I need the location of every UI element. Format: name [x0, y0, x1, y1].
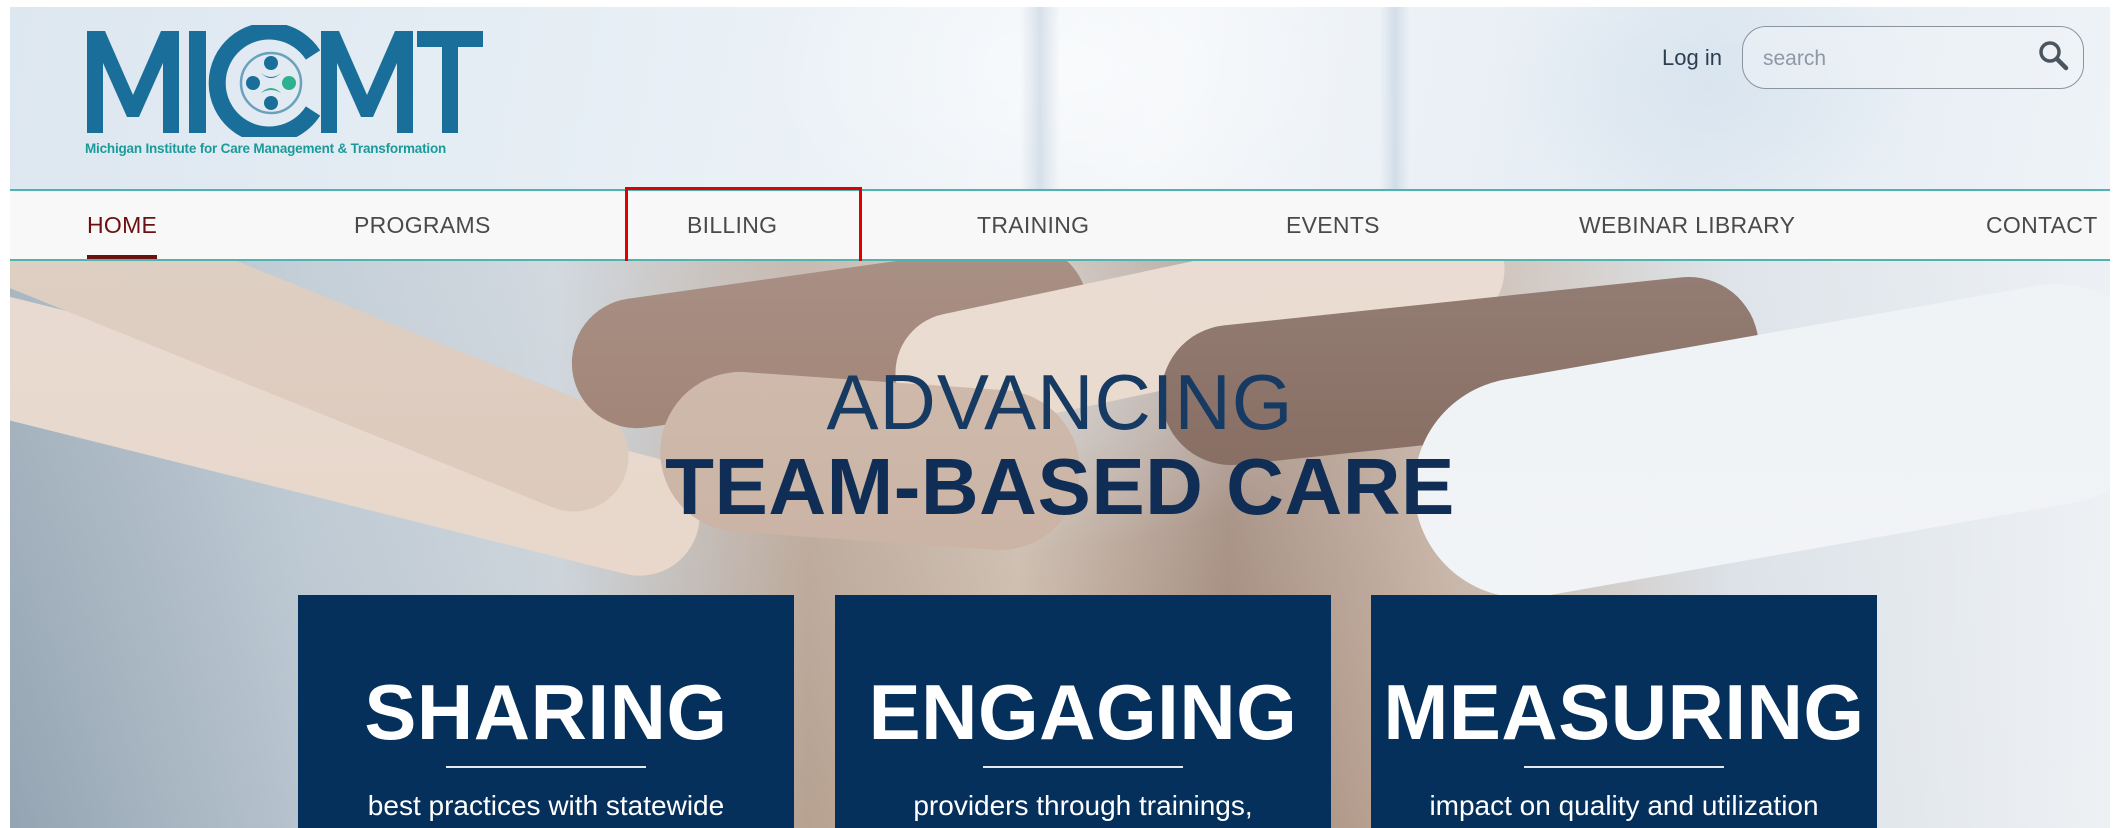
background-decor	[1020, 7, 1060, 189]
main-nav: HOME PROGRAMS BILLING TRAINING EVENTS WE…	[10, 189, 2110, 261]
nav-billing[interactable]: BILLING	[687, 191, 777, 259]
search-box	[1742, 26, 2084, 89]
nav-contact[interactable]: CONTACT	[1986, 191, 2098, 259]
login-link[interactable]: Log in	[1662, 45, 1722, 71]
card-text: impact on quality and utilization	[1429, 790, 1819, 821]
card-title: MEASURING	[1383, 668, 1865, 756]
page-frame: Michigan Institute for Care Management &…	[10, 7, 2110, 828]
logo-tagline: Michigan Institute for Care Management &…	[85, 141, 447, 156]
hero-title-line1: ADVANCING	[826, 358, 1294, 446]
search-icon[interactable]	[2037, 39, 2069, 71]
card-divider	[983, 766, 1183, 768]
search-input[interactable]	[1761, 43, 2025, 75]
nav-programs[interactable]: PROGRAMS	[354, 191, 491, 259]
nav-webinar-library[interactable]: WEBINAR LIBRARY	[1579, 191, 1795, 259]
hero-title-line2: TEAM-BASED CARE	[665, 442, 1455, 531]
nav-training[interactable]: TRAINING	[977, 191, 1089, 259]
card-engaging[interactable]: ENGAGING providers through trainings,	[835, 595, 1331, 828]
card-text: providers through trainings,	[913, 790, 1253, 821]
card-measuring[interactable]: MEASURING impact on quality and utilizat…	[1371, 595, 1877, 828]
card-divider	[1524, 766, 1724, 768]
card-sharing[interactable]: SHARING best practices with statewide	[298, 595, 794, 828]
card-divider	[446, 766, 646, 768]
site-header: Michigan Institute for Care Management &…	[10, 7, 2110, 189]
nav-events[interactable]: EVENTS	[1286, 191, 1380, 259]
logo-mark	[87, 25, 483, 137]
background-decor	[1380, 7, 1410, 189]
site-logo[interactable]: Michigan Institute for Care Management &…	[85, 25, 485, 165]
card-text: best practices with statewide	[367, 790, 725, 821]
nav-home[interactable]: HOME	[87, 191, 158, 259]
card-title: ENGAGING	[868, 668, 1298, 756]
card-title: SHARING	[364, 668, 728, 756]
